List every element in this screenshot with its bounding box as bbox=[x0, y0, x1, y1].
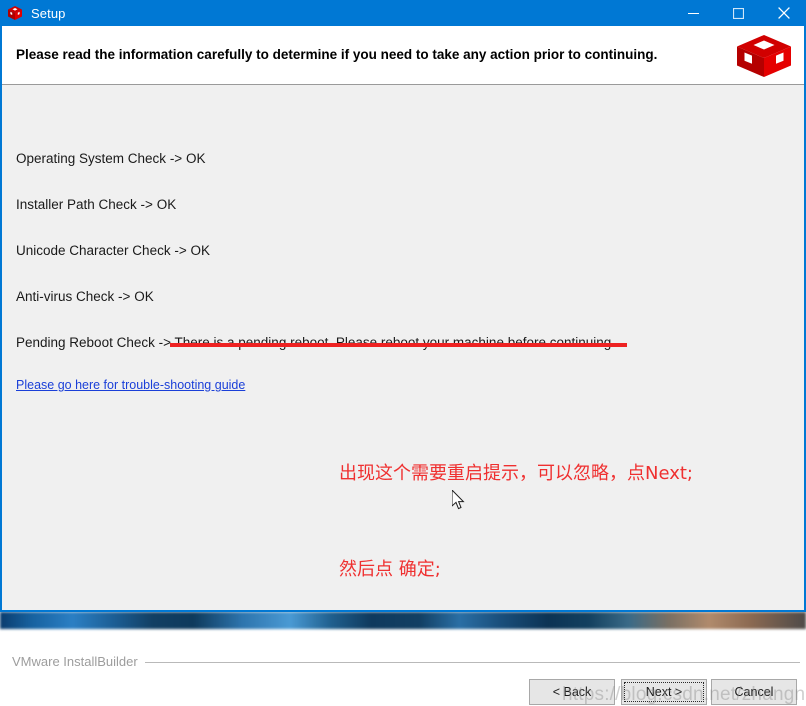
next-button-label: Next > bbox=[645, 685, 683, 699]
check-label: Operating System Check -> bbox=[16, 151, 183, 166]
check-row-os: Operating System Check -> OK bbox=[16, 151, 205, 166]
check-result: OK bbox=[190, 243, 210, 258]
screen: Setup Please read the information carefu… bbox=[0, 0, 806, 705]
dialog-body: Operating System Check -> OK Installer P… bbox=[2, 86, 806, 705]
check-label: Anti-virus Check -> bbox=[16, 289, 131, 304]
back-button-label: < Back bbox=[552, 685, 592, 699]
annotation-line-1: 出现这个需要重启提示，可以忽略，点Next; bbox=[339, 463, 693, 484]
check-result: OK bbox=[134, 289, 154, 304]
button-bar: < Back Next > Cancel bbox=[529, 679, 797, 705]
footer-separator bbox=[145, 662, 800, 663]
maximize-button[interactable] bbox=[716, 0, 761, 26]
installbuilder-brand: VMware InstallBuilder bbox=[12, 654, 138, 669]
check-row-antivirus: Anti-virus Check -> OK bbox=[16, 289, 154, 304]
check-label: Unicode Character Check -> bbox=[16, 243, 187, 258]
close-button[interactable] bbox=[761, 0, 806, 26]
annotation-line-2: 然后点 确定; bbox=[339, 559, 441, 580]
setup-window: Setup Please read the information carefu… bbox=[0, 0, 806, 705]
header-band: Please read the information carefully to… bbox=[2, 26, 804, 85]
check-row-unicode: Unicode Character Check -> OK bbox=[16, 243, 210, 258]
check-result: OK bbox=[156, 197, 177, 212]
red-annotation-text: 出现这个需要重启提示，可以忽略，点Next; 然后点 确定; bbox=[339, 394, 693, 650]
close-icon bbox=[777, 7, 790, 19]
maximize-icon bbox=[733, 7, 744, 19]
window-title: Setup bbox=[31, 5, 66, 21]
red-annotation-underline bbox=[170, 343, 627, 347]
minimize-button[interactable] bbox=[671, 0, 716, 26]
cancel-button[interactable]: Cancel bbox=[711, 679, 797, 705]
minimize-icon bbox=[688, 12, 699, 14]
check-label: Installer Path Check -> bbox=[16, 197, 153, 212]
check-label: Pending Reboot Check -> bbox=[16, 335, 171, 350]
back-button[interactable]: < Back bbox=[529, 679, 615, 705]
red-cube-logo bbox=[733, 33, 795, 79]
cancel-button-label: Cancel bbox=[734, 685, 774, 699]
red-cube-icon bbox=[7, 5, 23, 21]
check-result: OK bbox=[185, 151, 206, 166]
next-button[interactable]: Next > bbox=[621, 679, 707, 705]
troubleshooting-guide-link[interactable]: Please go here for trouble-shooting guid… bbox=[16, 378, 245, 392]
title-bar[interactable]: Setup bbox=[0, 0, 806, 26]
check-row-installer-path: Installer Path Check -> OK bbox=[16, 197, 176, 212]
header-instruction: Please read the information carefully to… bbox=[16, 47, 658, 62]
